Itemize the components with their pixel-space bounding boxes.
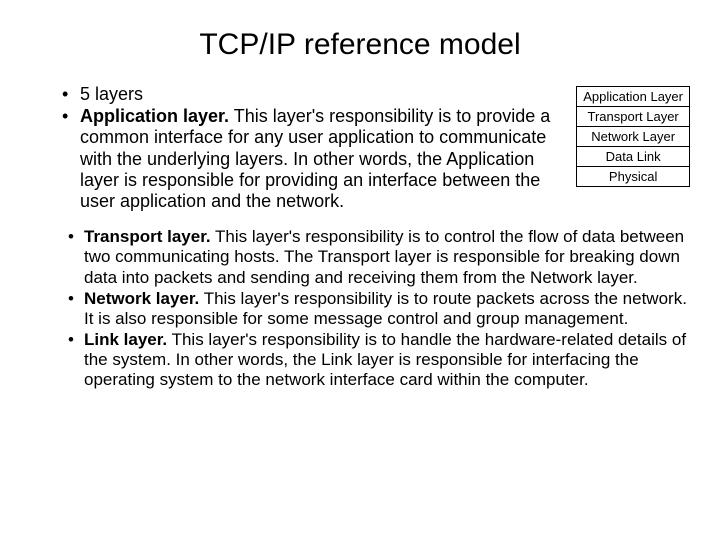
list-item: Transport layer. This layer's responsibi… bbox=[68, 227, 690, 287]
top-section: 5 layers Application layer. This layer's… bbox=[30, 84, 690, 213]
layer-cell: Application Layer bbox=[577, 87, 690, 107]
bullet-bold: Link layer. bbox=[84, 330, 167, 349]
layer-cell: Network Layer bbox=[577, 127, 690, 147]
bullet-bold: Network layer. bbox=[84, 289, 199, 308]
top-bullet-list: 5 layers Application layer. This layer's… bbox=[30, 84, 566, 213]
layer-cell: Physical bbox=[577, 167, 690, 187]
bullet-text: This layer's responsibility is to handle… bbox=[84, 330, 686, 389]
table-row: Application Layer bbox=[577, 87, 690, 107]
bullet-text: 5 layers bbox=[80, 84, 143, 104]
layer-stack-table: Application Layer Transport Layer Networ… bbox=[576, 86, 690, 187]
table-row: Network Layer bbox=[577, 127, 690, 147]
layer-cell: Data Link bbox=[577, 147, 690, 167]
list-item: Network layer. This layer's responsibili… bbox=[68, 289, 690, 329]
list-item: Application layer. This layer's responsi… bbox=[62, 106, 566, 212]
list-item: Link layer. This layer's responsibility … bbox=[68, 330, 690, 390]
table-row: Physical bbox=[577, 167, 690, 187]
page-title: TCP/IP reference model bbox=[30, 28, 690, 62]
table-row: Data Link bbox=[577, 147, 690, 167]
bullet-bold: Application layer. bbox=[80, 106, 229, 126]
layer-cell: Transport Layer bbox=[577, 107, 690, 127]
bottom-bullet-list: Transport layer. This layer's responsibi… bbox=[30, 227, 690, 389]
bullet-bold: Transport layer. bbox=[84, 227, 211, 246]
table-row: Transport Layer bbox=[577, 107, 690, 127]
list-item: 5 layers bbox=[62, 84, 566, 105]
